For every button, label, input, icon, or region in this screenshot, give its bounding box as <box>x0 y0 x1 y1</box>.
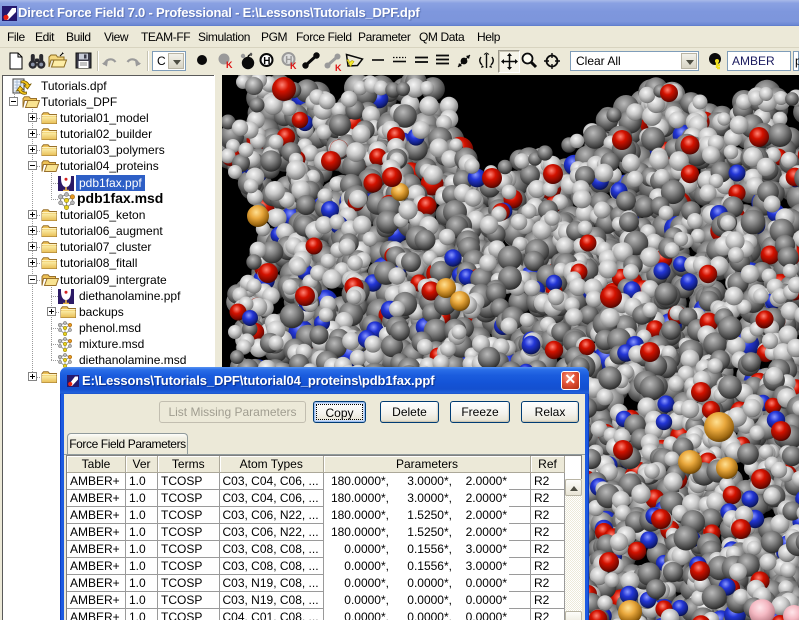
svg-text:K: K <box>335 63 342 72</box>
svg-text:K: K <box>290 61 297 70</box>
svg-text:K: K <box>226 60 233 69</box>
svg-text:H: H <box>263 56 270 67</box>
